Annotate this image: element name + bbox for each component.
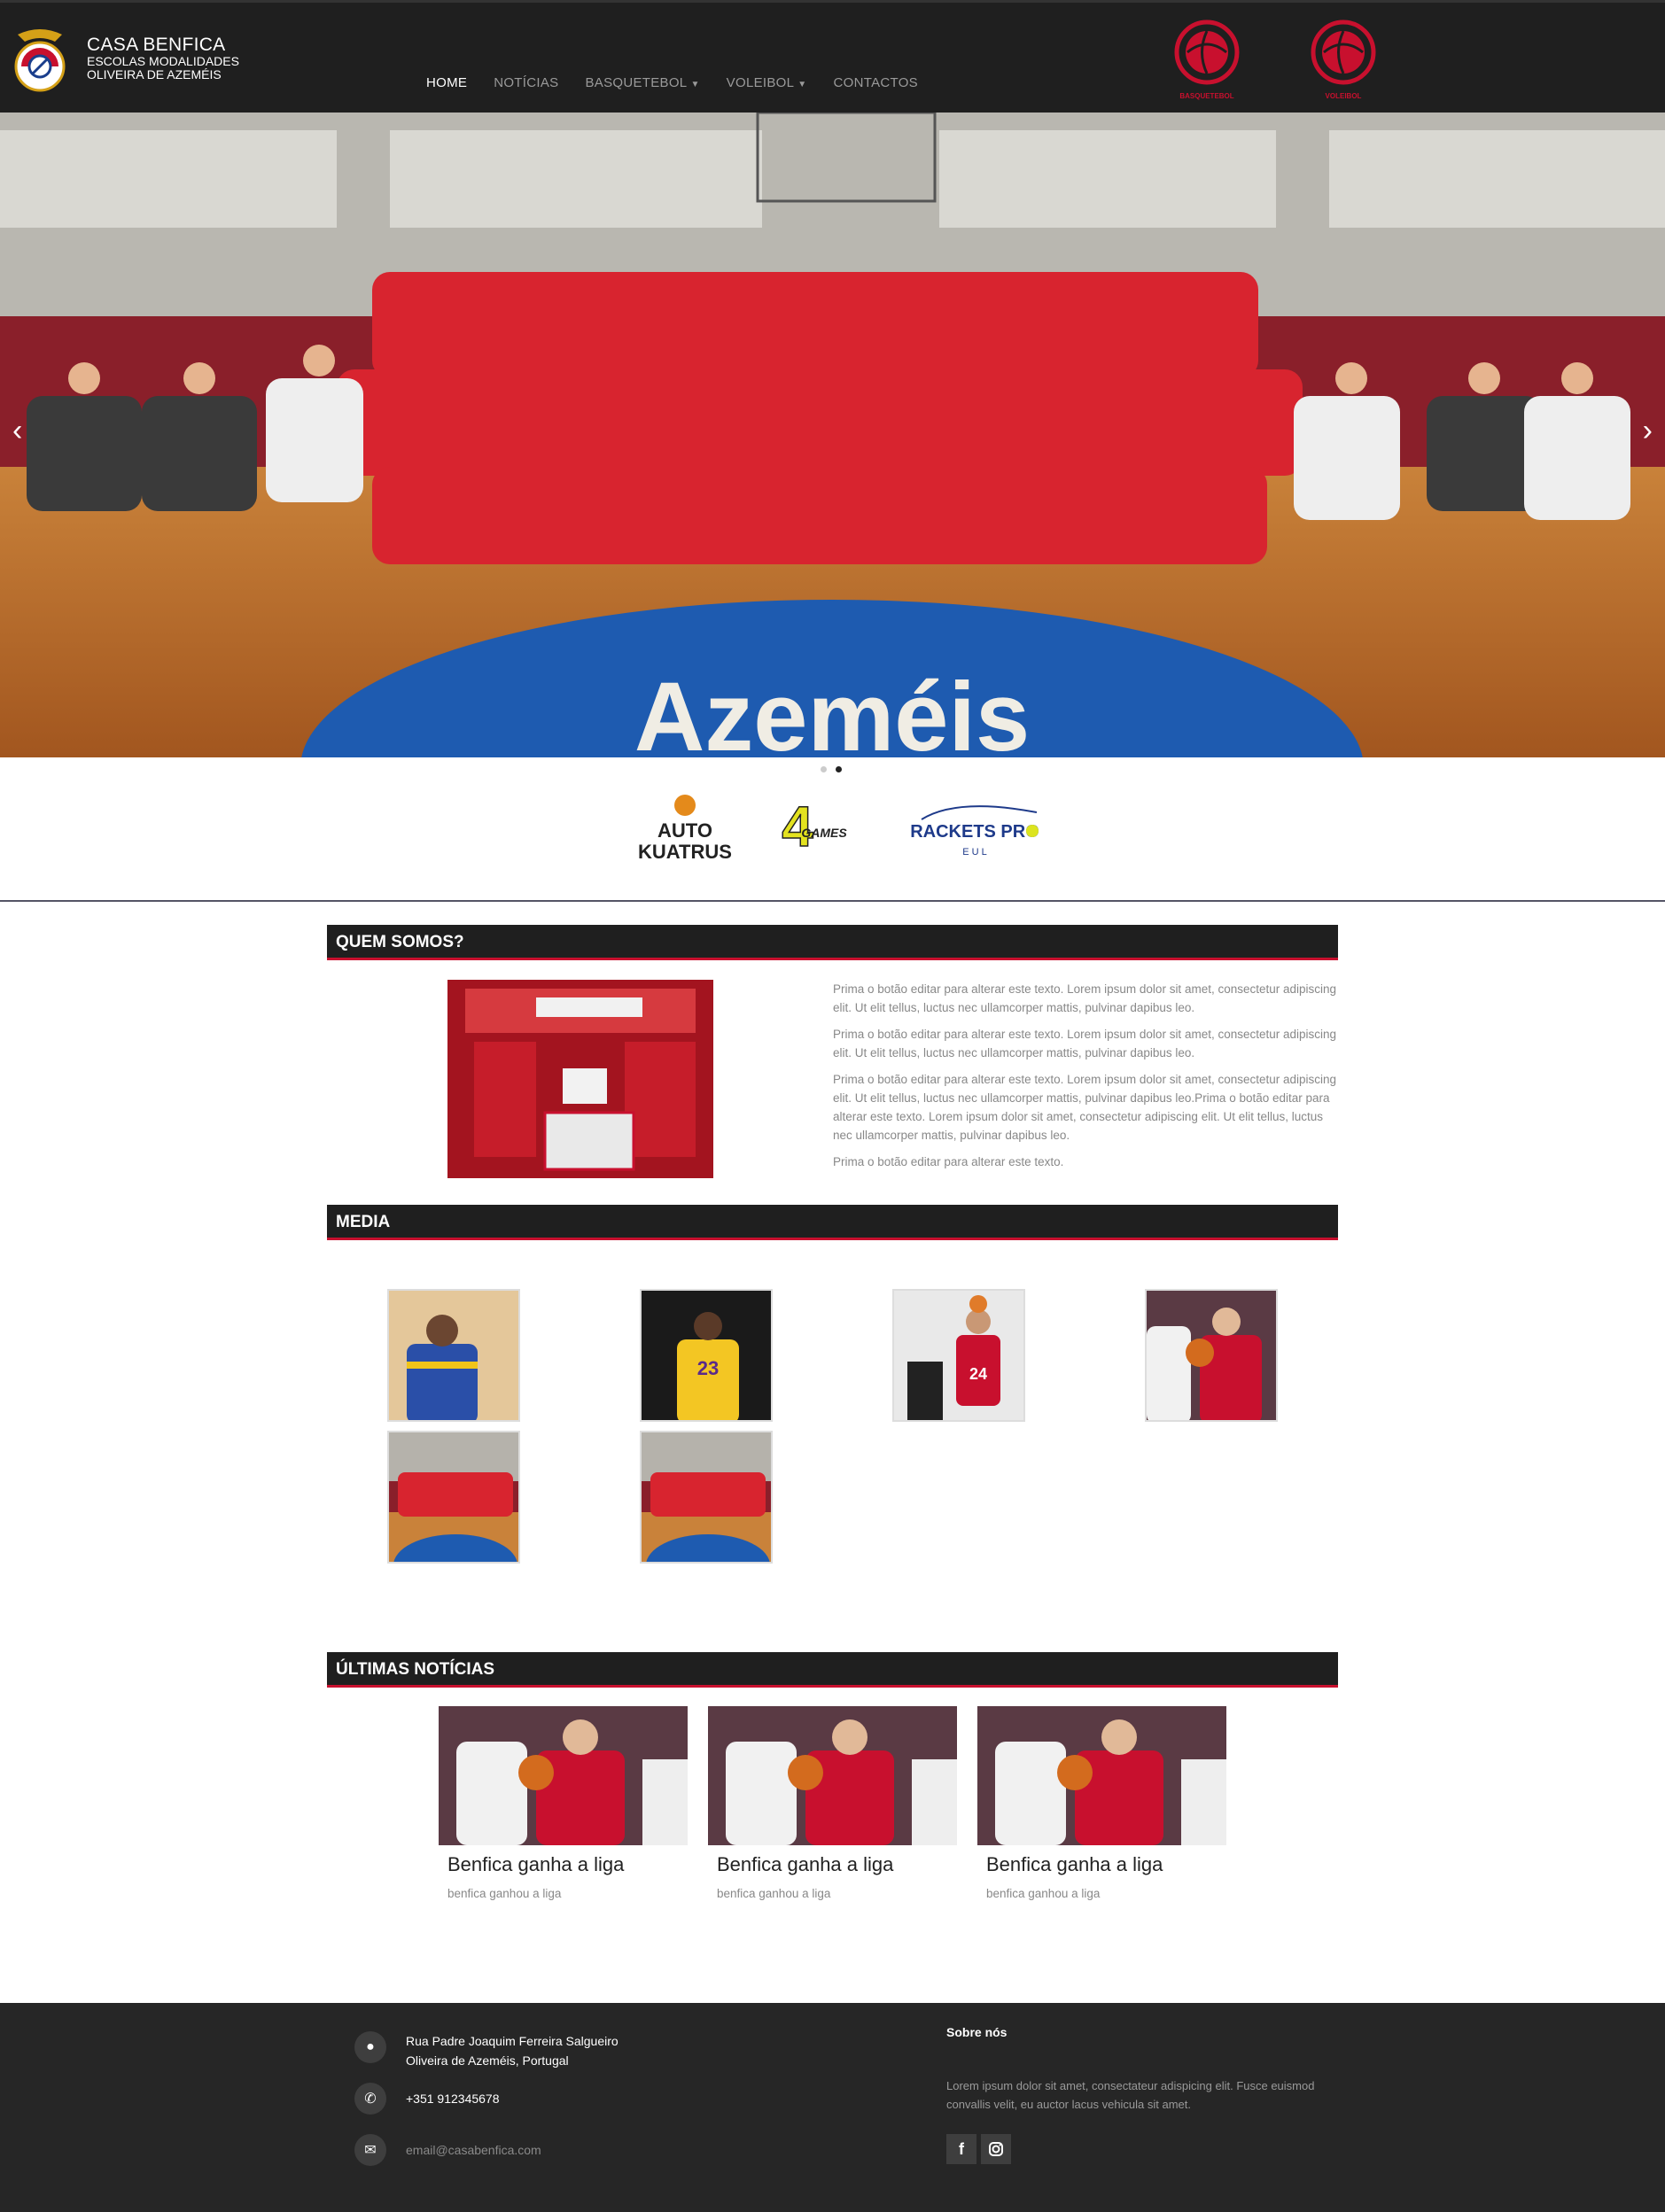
svg-text:23: 23 bbox=[697, 1357, 719, 1379]
nav-item-voleibol[interactable]: VOLEIBOL ▼ bbox=[713, 65, 821, 101]
nav-item-label: CONTACTOS bbox=[833, 75, 918, 90]
sponsor-4games[interactable]: 4 GAMES bbox=[781, 794, 847, 859]
news-image[interactable] bbox=[977, 1706, 1226, 1845]
media-thumb[interactable]: 23 bbox=[640, 1289, 773, 1422]
sponsor-line1: AUTO bbox=[657, 819, 712, 842]
sponsor-line2: GAMES bbox=[801, 826, 847, 840]
voleibol-badge-icon[interactable]: VOLEIBOL bbox=[1300, 10, 1387, 109]
news-subtitle: benfica ganhou a liga bbox=[447, 1887, 562, 1900]
news-image[interactable] bbox=[439, 1706, 688, 1845]
main-menu: HOME NOTÍCIAS BASQUETEBOL ▼ VOLEIBOL ▼ CON… bbox=[413, 65, 931, 117]
news-title[interactable]: Benfica ganha a liga bbox=[977, 1853, 1226, 1876]
badge-label: VOLEIBOL bbox=[1326, 92, 1362, 100]
section-heading-about: QUEM SOMOS? bbox=[327, 925, 1338, 960]
store-photo bbox=[447, 980, 713, 1178]
about-text: Prima o botão editar para alterar este t… bbox=[833, 980, 1338, 1179]
nav-item-noticias[interactable]: NOTÍCIAS bbox=[480, 65, 572, 101]
news-image[interactable] bbox=[708, 1706, 957, 1845]
brand-subtitle-1: ESCOLAS MODALIDADES bbox=[87, 54, 239, 69]
footer-about-title: Sobre nós bbox=[946, 2025, 1008, 2039]
media-thumb[interactable] bbox=[640, 1431, 773, 1564]
court-wordmark: Azeméis bbox=[634, 663, 1030, 757]
brand-logo-link[interactable]: CASA BENFICA ESCOLAS MODALIDADES OLIVEIR… bbox=[12, 22, 239, 95]
hero-slider[interactable]: Azeméis ‹ › bbox=[0, 113, 1665, 757]
slider-dots bbox=[821, 766, 842, 772]
envelope-icon: ✉ bbox=[354, 2134, 386, 2166]
nav-item-contactos[interactable]: CONTACTOS bbox=[820, 65, 930, 101]
footer-address: ● Rua Padre Joaquim Ferreira Salgueiro O… bbox=[354, 2031, 619, 2070]
about-paragraph: Prima o botão editar para alterar este t… bbox=[833, 1073, 1337, 1142]
footer-email: ✉ email@casabenfica.com bbox=[354, 2134, 541, 2166]
sponsor-line1: RACKETS PRO bbox=[910, 822, 1039, 842]
news-title[interactable]: Benfica ganha a liga bbox=[708, 1853, 957, 1876]
sponsors-row: AUTO KUATRUS 4 GAMES RACKETS PRO E U L bbox=[620, 793, 1046, 865]
slider-dot[interactable] bbox=[821, 766, 827, 772]
nav-item-home[interactable]: HOME bbox=[413, 65, 481, 117]
media-thumb[interactable] bbox=[1145, 1289, 1278, 1422]
media-thumb[interactable] bbox=[387, 1431, 520, 1564]
nav-item-label: HOME bbox=[426, 75, 468, 90]
section-heading-news: ÚLTIMAS NOTÍCIAS bbox=[327, 1652, 1338, 1688]
address-line-1: Rua Padre Joaquim Ferreira Salgueiro bbox=[406, 2034, 619, 2048]
nav-item-basquetebol[interactable]: BASQUETEBOL ▼ bbox=[572, 65, 712, 101]
facebook-icon[interactable]: f bbox=[946, 2134, 976, 2164]
brand-text: CASA BENFICA ESCOLAS MODALIDADES OLIVEIR… bbox=[87, 35, 239, 81]
badge-label: BASQUETEBOL bbox=[1179, 92, 1233, 100]
news-subtitle: benfica ganhou a liga bbox=[717, 1887, 831, 1900]
nav-item-label: VOLEIBOL bbox=[726, 75, 795, 90]
chevron-left-icon[interactable]: ‹ bbox=[12, 414, 22, 448]
phone-icon: ✆ bbox=[354, 2083, 386, 2115]
media-thumb[interactable] bbox=[387, 1289, 520, 1422]
news-subtitle: benfica ganhou a liga bbox=[986, 1887, 1101, 1900]
news-title[interactable]: Benfica ganha a liga bbox=[439, 1853, 688, 1876]
team-photo: Azeméis bbox=[0, 113, 1665, 757]
news-card[interactable]: Benfica ganha a liga benfica ganhou a li… bbox=[439, 1706, 688, 1900]
section-divider bbox=[0, 900, 1665, 902]
brand-subtitle-2: OLIVEIRA DE AZEMÉIS bbox=[87, 67, 222, 82]
footer-about-text: Lorem ipsum dolor sit amet, consectateur… bbox=[946, 2079, 1315, 2111]
phone-number[interactable]: +351 912345678 bbox=[406, 2089, 500, 2108]
svg-text:24: 24 bbox=[969, 1365, 987, 1383]
email-address[interactable]: email@casabenfica.com bbox=[406, 2140, 541, 2160]
sponsor-line2: KUATRUS bbox=[638, 841, 732, 863]
slider-dot-active[interactable] bbox=[836, 766, 842, 772]
section-heading-media: MEDIA bbox=[327, 1205, 1338, 1240]
about-paragraph: Prima o botão editar para alterar este t… bbox=[833, 1028, 1337, 1059]
about-paragraph: Prima o botão editar para alterar este t… bbox=[833, 1155, 1064, 1168]
sponsor-rackets-pro[interactable]: RACKETS PRO E U L bbox=[910, 805, 1039, 858]
media-thumb[interactable]: 24 bbox=[892, 1289, 1025, 1422]
page: CASA BENFICA ESCOLAS MODALIDADES OLIVEIR… bbox=[0, 0, 1665, 2212]
news-card[interactable]: Benfica ganha a liga benfica ganhou a li… bbox=[708, 1706, 957, 1900]
instagram-icon[interactable] bbox=[981, 2134, 1011, 2164]
brand-title: CASA BENFICA bbox=[87, 35, 226, 56]
nav-item-label: NOTÍCIAS bbox=[494, 75, 559, 90]
sponsor-line2: E U L bbox=[962, 847, 987, 858]
map-marker-icon: ● bbox=[354, 2031, 386, 2063]
news-card[interactable]: Benfica ganha a liga benfica ganhou a li… bbox=[977, 1706, 1226, 1900]
caret-down-icon: ▼ bbox=[690, 80, 700, 89]
about-paragraph: Prima o botão editar para alterar este t… bbox=[833, 982, 1337, 1014]
caret-down-icon: ▼ bbox=[797, 80, 807, 89]
footer: ● Rua Padre Joaquim Ferreira Salgueiro O… bbox=[0, 2003, 1665, 2212]
benfica-crest-icon bbox=[12, 22, 67, 95]
nav-item-label: BASQUETEBOL bbox=[585, 75, 688, 90]
address-line-2: Oliveira de Azeméis, Portugal bbox=[406, 2053, 569, 2068]
navbar: CASA BENFICA ESCOLAS MODALIDADES OLIVEIR… bbox=[0, 0, 1665, 117]
basquetebol-badge-icon[interactable]: BASQUETEBOL bbox=[1163, 10, 1250, 109]
chevron-right-icon[interactable]: › bbox=[1643, 414, 1653, 448]
footer-phone: ✆ +351 912345678 bbox=[354, 2083, 500, 2115]
sponsor-auto-kuatrus[interactable]: AUTO KUATRUS bbox=[638, 795, 732, 863]
